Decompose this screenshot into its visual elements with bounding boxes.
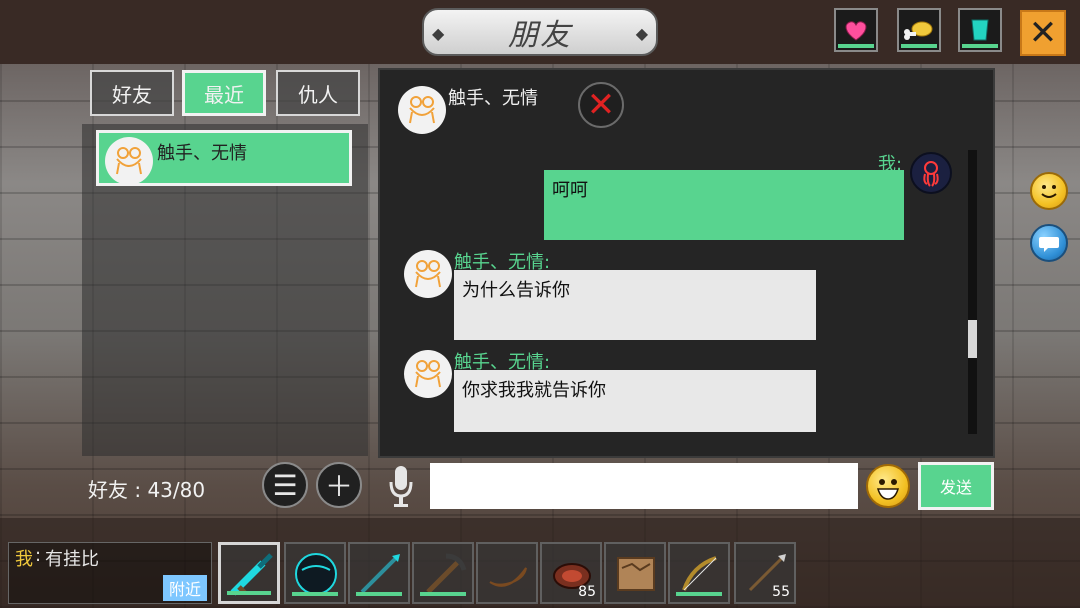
speech-bubble-icon [1039, 237, 1059, 252]
add-friend-button[interactable]: ＋ [316, 462, 362, 508]
microphone-icon[interactable] [386, 462, 416, 510]
friends-count: 好友 : 43/80 [88, 478, 206, 502]
smile-face-icon [1041, 185, 1057, 198]
message-bubble: 为什么告诉你 [454, 270, 816, 340]
health-bar [838, 44, 874, 48]
chat-bubble-icon[interactable] [1030, 224, 1068, 262]
frog-avatar-icon [415, 360, 441, 388]
tab-label: 好友 [112, 82, 152, 107]
avatar [105, 137, 153, 185]
durability-bar [227, 591, 271, 595]
hunger-stat[interactable] [897, 8, 941, 52]
thirst-stat[interactable] [958, 8, 1002, 52]
remove-friend-icon: ✕ [586, 85, 616, 125]
chat-partner-avatar[interactable] [398, 86, 446, 134]
health-stat[interactable] [834, 8, 878, 52]
close-button[interactable]: ✕ [1020, 10, 1066, 56]
heart-icon [845, 21, 867, 41]
hotbar-slot[interactable]: 85 [540, 542, 602, 604]
tab-label: 仇人 [298, 82, 338, 107]
hotbar-slot[interactable] [476, 542, 538, 604]
chat-preview[interactable]: 我 : 有挂比 附近 [8, 542, 212, 604]
map-icon [617, 557, 655, 591]
close-icon: ✕ [1028, 13, 1058, 53]
emoji-icon [876, 479, 900, 500]
page-title: 朋友 [508, 18, 572, 53]
hotbar-slot[interactable] [284, 542, 346, 604]
hotbar-slot[interactable] [348, 542, 410, 604]
list-icon: ☰ [272, 468, 298, 502]
frog-avatar-icon [116, 147, 142, 175]
friend-name: 触手、无情 [157, 143, 247, 164]
hunger-bar [901, 44, 937, 48]
durability-bar [356, 592, 402, 596]
remove-friend-button[interactable]: ✕ [578, 82, 624, 128]
frog-avatar-icon [415, 260, 441, 288]
hotbar-slot[interactable] [604, 542, 666, 604]
smile-icon[interactable] [1030, 172, 1068, 210]
title-plate: ◆ 朋友 ◆ [422, 8, 658, 56]
ornament-right-icon: ◆ [635, 24, 648, 43]
chat-scrollbar-track[interactable] [968, 150, 977, 434]
item-count: 85 [578, 584, 596, 600]
cup-icon [971, 19, 989, 41]
message-bubble: 你求我我就告诉你 [454, 370, 816, 432]
chat-partner-name: 触手、无情 [448, 88, 538, 109]
list-button[interactable]: ☰ [262, 462, 308, 508]
hotbar-slot[interactable]: 55 [734, 542, 796, 604]
frog-avatar-icon [409, 96, 435, 124]
chat-preview-me: 我 [15, 549, 33, 570]
hotbar-slot[interactable] [412, 542, 474, 604]
tab-enemies[interactable]: 仇人 [276, 70, 360, 116]
chat-preview-separator: : [35, 545, 42, 566]
banana-icon [489, 567, 527, 587]
chat-preview-message: 有挂比 [45, 549, 99, 570]
meat-icon [904, 21, 933, 40]
emoji-button[interactable] [866, 464, 910, 508]
add-icon: ＋ [324, 470, 353, 503]
friend-list-item[interactable]: 触手、无情 [96, 130, 352, 186]
chat-input[interactable] [430, 463, 858, 509]
durability-bar [292, 592, 338, 596]
item-count: 55 [772, 584, 790, 600]
octopus-avatar-icon [923, 161, 939, 187]
thirst-bar [962, 44, 998, 48]
durability-bar [676, 592, 722, 596]
my-avatar [910, 152, 952, 194]
chat-scrollbar-thumb[interactable] [968, 320, 977, 358]
hotbar-slot[interactable] [218, 542, 280, 604]
ornament-left-icon: ◆ [432, 24, 445, 43]
send-label: 发送 [939, 478, 972, 497]
message-avatar [404, 250, 452, 298]
tab-label: 最近 [204, 82, 244, 107]
message-bubble: 呵呵 [544, 170, 904, 240]
chat-preview-tag: 附近 [162, 575, 207, 601]
tab-friends[interactable]: 好友 [90, 70, 174, 116]
send-button[interactable]: 发送 [918, 462, 994, 510]
message-avatar [404, 350, 452, 398]
tab-recent[interactable]: 最近 [182, 70, 266, 116]
hotbar-slot[interactable] [668, 542, 730, 604]
durability-bar [420, 592, 466, 596]
